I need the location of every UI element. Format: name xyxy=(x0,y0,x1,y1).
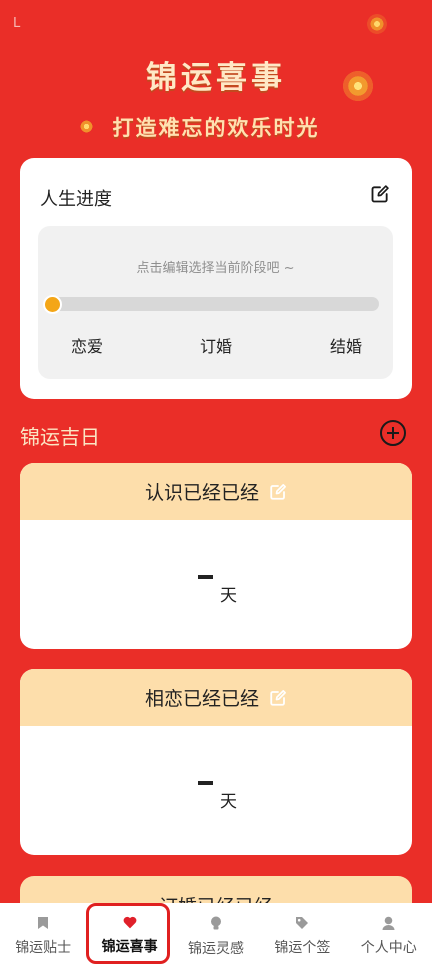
progress-slider-knob[interactable] xyxy=(43,295,62,314)
hero-subtitle: 打造难忘的欢乐时光 xyxy=(112,116,320,140)
card-header: 相恋已经已经 xyxy=(20,669,412,726)
tag-icon xyxy=(296,917,309,929)
card-title: 相恋已经已经 xyxy=(144,688,259,710)
card-title: 认识已经已经 xyxy=(144,482,259,504)
edit-icon[interactable] xyxy=(370,184,390,204)
tab-tips[interactable]: 锦运贴士 xyxy=(0,903,86,964)
status-indicator: L xyxy=(13,16,21,31)
hero-banner: 锦运喜事 xyxy=(0,52,432,97)
progress-title: 人生进度 xyxy=(40,189,112,210)
day-count-empty xyxy=(198,781,213,785)
anniversary-card[interactable]: 认识已经已经 天 xyxy=(20,463,412,649)
firework-decoration xyxy=(367,14,387,34)
tab-profile[interactable]: 个人中心 xyxy=(346,903,432,964)
life-progress-card: 人生进度 点击编辑选择当前阶段吧 ~ 恋爱 订婚 结婚 xyxy=(20,158,412,399)
card-body: 天 xyxy=(20,726,412,855)
bulb-icon xyxy=(210,916,221,930)
stage-marriage[interactable]: 结婚 xyxy=(330,333,362,357)
stage-engagement[interactable]: 订婚 xyxy=(200,333,232,357)
card-header: 认识已经已经 xyxy=(20,463,412,520)
hero-title: 锦运喜事 xyxy=(146,60,286,96)
day-unit: 天 xyxy=(220,586,237,606)
bookmark-icon xyxy=(38,917,49,929)
user-icon xyxy=(382,916,395,930)
tab-label: 锦运贴士 xyxy=(15,940,72,956)
active-tab-highlight xyxy=(86,903,170,964)
stage-love[interactable]: 恋爱 xyxy=(71,333,103,357)
tab-label: 锦运个签 xyxy=(274,940,331,956)
edit-icon[interactable] xyxy=(269,689,287,707)
progress-slider-track[interactable] xyxy=(52,297,379,311)
tab-label: 锦运灵感 xyxy=(187,941,244,957)
anniversary-card[interactable]: 相恋已经已经 天 xyxy=(20,669,412,855)
tab-label: 个人中心 xyxy=(360,940,417,956)
tab-inspiration[interactable]: 锦运灵感 xyxy=(173,903,259,964)
section-title: 锦运吉日 xyxy=(20,425,100,449)
add-date-button[interactable] xyxy=(380,420,406,446)
stage-hint: 点击编辑选择当前阶段吧 ~ xyxy=(136,261,295,276)
bottom-tab-bar: 锦运贴士 锦运喜事 锦运灵感 锦运个签 个人中心 xyxy=(0,903,432,964)
day-unit: 天 xyxy=(220,792,237,812)
edit-icon[interactable] xyxy=(269,483,287,501)
stage-selector-panel[interactable]: 点击编辑选择当前阶段吧 ~ 恋爱 订婚 结婚 xyxy=(38,226,393,379)
day-count-empty xyxy=(198,575,213,579)
tab-signature[interactable]: 锦运个签 xyxy=(259,903,345,964)
card-body: 天 xyxy=(20,520,412,649)
